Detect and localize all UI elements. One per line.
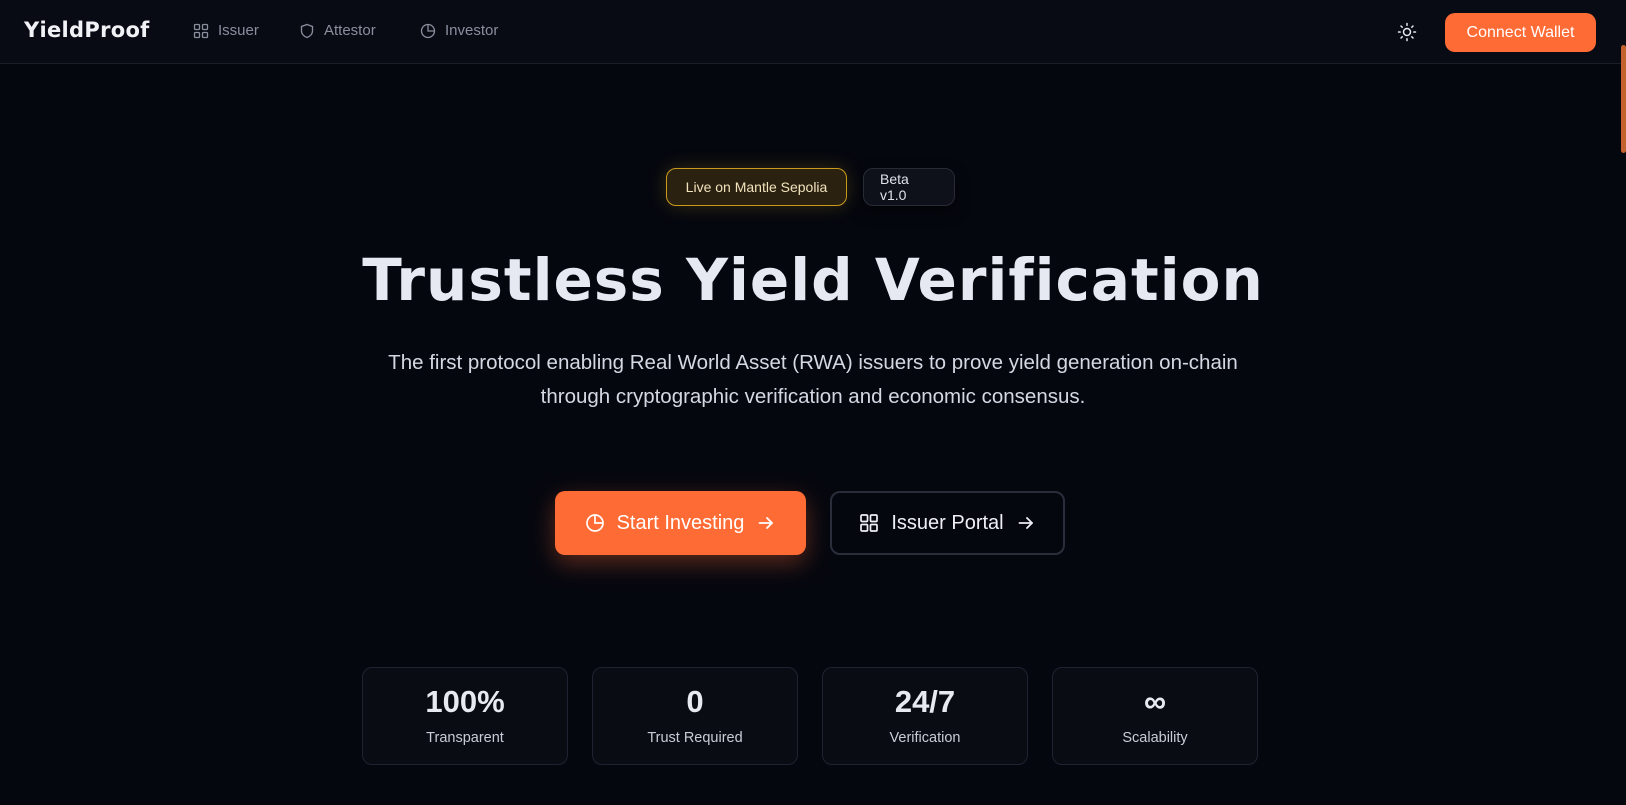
stat-label: Transparent — [426, 730, 504, 746]
stat-value: 24/7 — [894, 684, 956, 719]
stat-label: Trust Required — [647, 730, 743, 746]
sun-icon — [1397, 22, 1417, 42]
issuer-portal-label: Issuer Portal — [891, 511, 1004, 534]
grid-icon — [860, 514, 879, 532]
nav-item-label: Issuer — [218, 22, 259, 39]
hero-subtitle-line: The first protocol enabling Real World A… — [388, 351, 1238, 374]
stat-value: 100% — [425, 684, 505, 719]
nav-item-issuer[interactable]: Issuer — [193, 22, 259, 39]
stat-label: Verification — [889, 730, 961, 746]
stat-value: 0 — [686, 684, 704, 719]
pie-chart-icon — [585, 514, 604, 532]
hero-subtitle: The first protocol enabling Real World A… — [363, 346, 1263, 414]
stat-card: ∞ Scalability — [1052, 667, 1258, 765]
arrow-right-icon — [759, 517, 774, 529]
pie-chart-icon — [420, 23, 436, 38]
shield-icon — [300, 23, 314, 38]
scrollbar-thumb[interactable] — [1621, 45, 1626, 153]
network-status-badge: Live on Mantle Sepolia — [666, 168, 847, 206]
nav-item-investor[interactable]: Investor — [420, 22, 498, 39]
hero-title: Trustless Yield Verification — [362, 246, 1264, 314]
scrollbar-track[interactable] — [1620, 64, 1626, 805]
version-badge: Beta v1.0 — [863, 168, 955, 206]
arrow-right-icon — [1018, 517, 1033, 529]
stat-card: 100% Transparent — [362, 667, 568, 765]
stat-label: Scalability — [1122, 730, 1188, 746]
issuer-portal-button[interactable]: Issuer Portal — [830, 491, 1065, 555]
grid-icon — [193, 23, 209, 38]
nav-item-label: Investor — [445, 22, 499, 39]
stat-value: ∞ — [1143, 684, 1167, 719]
hero-subtitle-line: through cryptographic verification and e… — [540, 385, 1086, 408]
stat-card: 0 Trust Required — [592, 667, 798, 765]
logo[interactable]: YieldProof — [24, 18, 150, 42]
theme-toggle-button[interactable] — [1394, 19, 1420, 45]
nav-item-label: Attestor — [324, 22, 376, 39]
stat-card: 24/7 Verification — [822, 667, 1028, 765]
top-nav-bar: YieldProof Issuer Attestor Investor Conn… — [0, 0, 1626, 64]
start-investing-button[interactable]: Start Investing — [555, 491, 806, 555]
start-investing-label: Start Investing — [616, 511, 745, 534]
nav-item-attestor[interactable]: Attestor — [299, 22, 376, 39]
connect-wallet-button[interactable]: Connect Wallet — [1445, 13, 1596, 52]
